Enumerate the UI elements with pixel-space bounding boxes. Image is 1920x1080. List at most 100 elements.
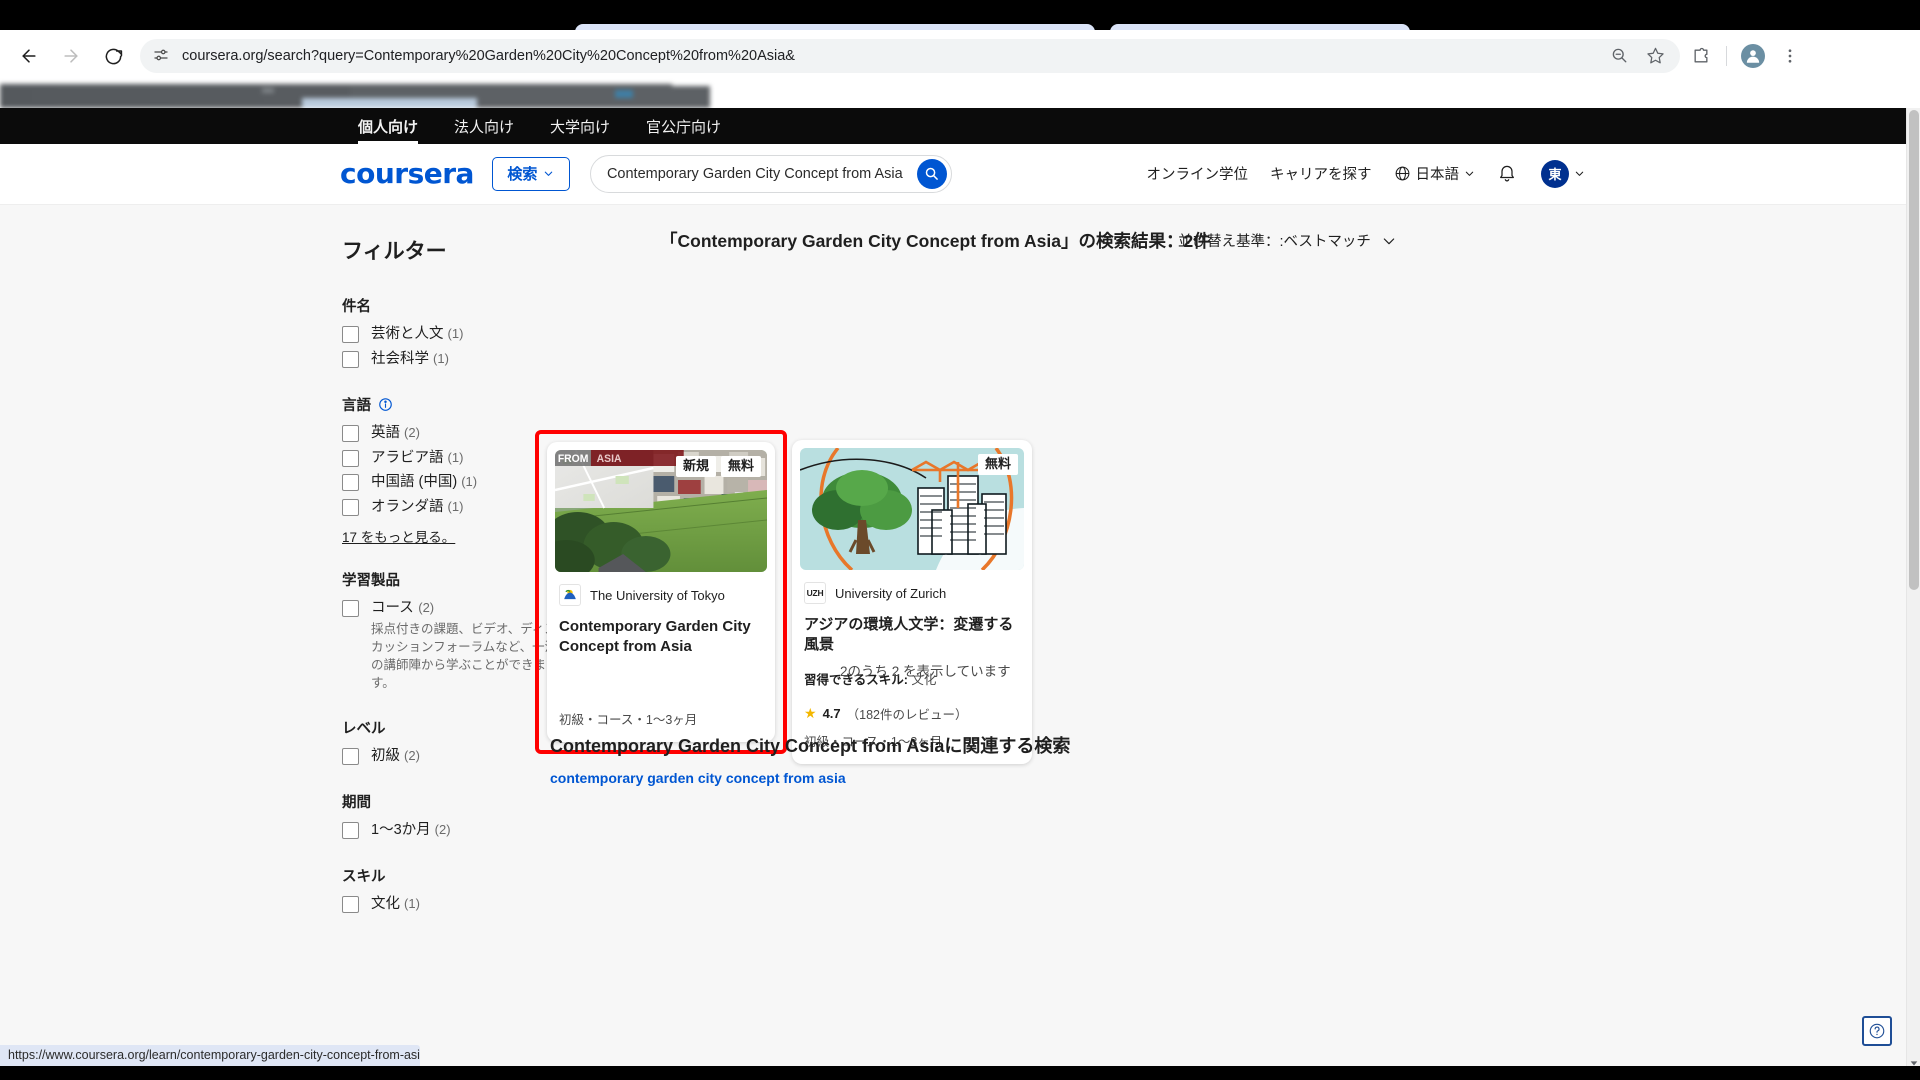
language-label: 日本語 (1415, 167, 1460, 183)
page-title: フィルター (342, 240, 447, 263)
header-link-find-career[interactable]: キャリアを探す (1270, 163, 1372, 184)
bell-icon[interactable] (1497, 163, 1519, 185)
question-mark-icon (1869, 1023, 1885, 1039)
checkbox[interactable] (342, 449, 359, 467)
forward-arrow-icon[interactable] (54, 39, 88, 73)
sort-label: 並び替え基準：:ベストマッチ (1178, 234, 1371, 250)
filter-option-text: オランダ語 (371, 499, 444, 516)
rating-value: 4.7 (822, 705, 841, 721)
filter-option[interactable]: 芸術と人文 (1) (342, 322, 592, 347)
filter-option-text: コース (371, 600, 414, 617)
checkbox[interactable] (342, 600, 359, 618)
filter-group-duration: 期間 1〜3か月 (2) (342, 791, 592, 843)
tune-icon[interactable] (152, 46, 172, 66)
checkbox[interactable] (342, 326, 359, 343)
uzh-logo: UZH (804, 582, 826, 604)
filter-group-label: 言語 (342, 397, 371, 414)
header-link-online-degrees[interactable]: オンライン学位 (1147, 163, 1249, 184)
course-title[interactable]: アジアの環境人文学：変遷する風景 (804, 615, 1020, 655)
filter-option-label: 英語 (2) (371, 424, 420, 443)
filter-option-count: (1) (461, 474, 478, 490)
filter-group-title: 期間 (342, 791, 592, 812)
badge-row: 無料 (977, 454, 1018, 475)
badge-free: 無料 (977, 454, 1018, 475)
course-card[interactable]: 無料 UZH University of Zurich アジアの環境人文学：変遷… (792, 440, 1032, 764)
filter-group-label: スキル (342, 869, 386, 886)
checkbox[interactable] (342, 424, 359, 442)
filter-option-count: (2) (404, 424, 420, 440)
three-dot-menu-icon[interactable] (1779, 45, 1801, 67)
filter-option-label: 1〜3か月 (2) (371, 821, 451, 840)
url-text: coursera.org/search?query=Contemporary%2… (182, 48, 795, 64)
filter-group-title: 件名 (342, 295, 592, 316)
explore-button[interactable]: 検索 (491, 156, 570, 191)
filter-option-label: オランダ語 (1) (371, 498, 463, 517)
partner-name: University of Zurich (835, 585, 947, 601)
filter-option-text: 中国語 (中国) (371, 474, 458, 491)
filter-option-label: 中国語 (中国) (1) (371, 473, 477, 492)
filter-group-skills: スキル 文化 (1) (342, 865, 592, 917)
banner-tab-individuals[interactable]: 個人向け (358, 120, 419, 144)
user-menu[interactable]: 東 (1541, 159, 1585, 188)
filter-group-title: 言語 (342, 394, 592, 415)
filter-group-label: 学習製品 (342, 573, 400, 590)
back-arrow-icon[interactable] (12, 39, 46, 73)
sort-dropdown[interactable]: 並び替え基準：:ベストマッチ (1178, 230, 1397, 251)
reload-icon[interactable] (96, 39, 130, 73)
badge-row: 新規 無料 (675, 456, 761, 477)
checkbox[interactable] (342, 474, 359, 492)
course-thumbnail: FROM ASIA 新規 無料 (555, 450, 767, 572)
filter-option-text: アラビア語 (371, 449, 444, 466)
course-thumbnail: 無料 (800, 448, 1024, 570)
help-button[interactable] (1862, 1016, 1892, 1046)
course-title[interactable]: Contemporary Garden City Concept from As… (559, 617, 763, 657)
checkbox[interactable] (342, 896, 359, 914)
extensions-puzzle-icon[interactable] (1690, 45, 1712, 67)
checkbox[interactable] (342, 350, 359, 368)
filter-group-label: 期間 (342, 795, 371, 812)
filter-group-title: スキル (342, 865, 592, 886)
site-header: coursera 検索 Contemporary Garden City Con… (0, 144, 1920, 204)
search-icon[interactable] (916, 158, 947, 189)
utokyo-crest-icon (564, 589, 576, 600)
zoom-out-icon[interactable] (1610, 46, 1630, 66)
filter-option-count: (1) (433, 350, 449, 366)
address-bar[interactable]: coursera.org/search?query=Contemporary%2… (140, 39, 1680, 73)
banner-tab-universities[interactable]: 大学向け (550, 120, 610, 144)
checkbox[interactable] (342, 748, 359, 766)
search-input[interactable]: Contemporary Garden City Concept from As… (607, 166, 917, 182)
checkbox[interactable] (342, 822, 359, 840)
info-icon[interactable] (378, 397, 393, 412)
filter-option[interactable]: 文化 (1) (342, 892, 592, 917)
filter-option-text: 初級 (371, 748, 400, 765)
course-rating: ★ 4.7 （182件のレビュー） (804, 704, 1020, 723)
see-more-link[interactable]: 17 をもっと見る。 (342, 526, 455, 546)
filter-option[interactable]: 社会科学 (1) (342, 347, 592, 372)
coursera-logo[interactable]: coursera (340, 157, 474, 190)
chevron-down-icon (545, 171, 553, 176)
svg-text:ASIA: ASIA (597, 453, 622, 465)
banner-tab-government[interactable]: 官公庁向け (646, 120, 721, 144)
filter-option[interactable]: 1〜3か月 (2) (342, 818, 592, 843)
banner-tab-business[interactable]: 法人向け (454, 120, 514, 144)
audience-banner-nav: 個人向け 法人向け 大学向け 官公庁向け (0, 108, 1920, 144)
chevron-down-icon (1383, 237, 1395, 244)
related-search-link[interactable]: contemporary garden city concept from as… (550, 770, 846, 786)
vertical-scrollbar[interactable] (1906, 108, 1920, 1080)
partner-row: The University of Tokyo (559, 584, 763, 606)
filter-group-label: 件名 (342, 299, 371, 315)
scrollbar-thumb[interactable] (1909, 110, 1919, 590)
browser-toolbar: coursera.org/search?query=Contemporary%2… (0, 30, 1920, 82)
badge-new: 新規 (675, 456, 716, 477)
profile-avatar-icon[interactable] (1741, 44, 1765, 68)
filter-option-count: (2) (434, 822, 451, 838)
filter-option-label: 芸術と人文 (1) (371, 325, 463, 344)
obscured-bookmarks-bar (0, 84, 710, 108)
course-card[interactable]: FROM ASIA 新規 無料 The University of Tokyo … (547, 442, 775, 742)
partner-name: The University of Tokyo (590, 587, 725, 603)
browser-tab-strip (0, 0, 1920, 32)
language-selector[interactable]: 日本語 (1394, 163, 1476, 184)
star-icon[interactable] (1646, 46, 1666, 66)
search-bar[interactable]: Contemporary Garden City Concept from As… (589, 154, 952, 193)
checkbox[interactable] (342, 499, 359, 517)
